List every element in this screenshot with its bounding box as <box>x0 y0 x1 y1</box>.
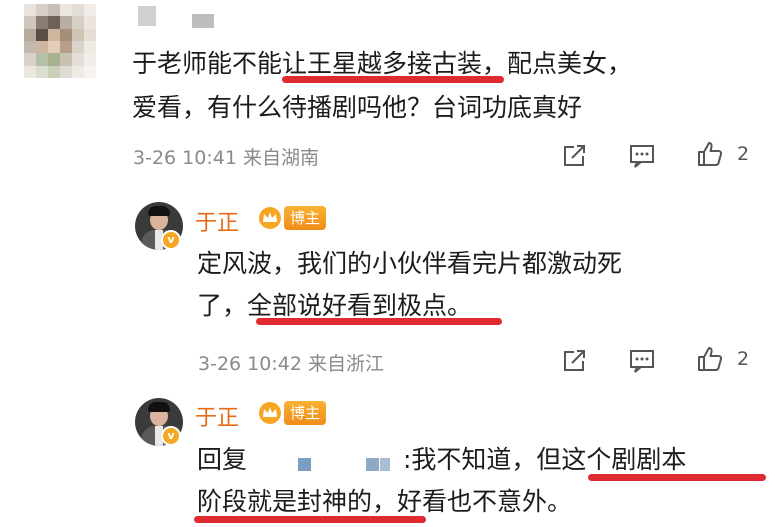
comment1-text-line2: 爱看，有什么待播剧吗他？台词功底真好 <box>132 93 583 122</box>
redacted-username-pixel <box>298 458 311 471</box>
comment-icon[interactable] <box>628 142 656 170</box>
verified-badge-icon: v <box>161 426 181 446</box>
reply1-author-name[interactable]: 于正 <box>195 205 239 237</box>
reply2-author-name[interactable]: 于正 <box>195 400 239 432</box>
reply1-meta: 3-26 10:42 来自浙江 <box>198 353 384 375</box>
underline-mark-3 <box>588 474 766 481</box>
underline-mark-2 <box>256 318 502 325</box>
crown-icon <box>259 207 281 229</box>
reply2-reply-prefix: 回复 <box>197 445 248 474</box>
underline-mark-1 <box>282 76 504 83</box>
share-icon[interactable] <box>560 142 588 170</box>
verified-badge-icon: v <box>161 230 181 250</box>
reply1-text-line1: 定风波，我们的小伙伴看完片都激动死 <box>197 249 623 278</box>
commenter-name-pixelated[interactable] <box>138 6 156 26</box>
comment1-like-count: 2 <box>737 143 750 165</box>
comment1-meta: 3-26 10:41 来自湖南 <box>133 147 319 169</box>
crown-icon <box>259 402 281 424</box>
like-icon[interactable] <box>696 345 724 373</box>
underline-mark-4 <box>194 516 426 523</box>
redacted-username-pixel <box>380 458 390 471</box>
reply2-blogger-badge: 博主 <box>284 401 327 425</box>
commenter-avatar-pixelated[interactable] <box>24 4 96 78</box>
share-icon[interactable] <box>560 347 588 375</box>
reply1-blogger-badge: 博主 <box>284 206 327 230</box>
comment-icon[interactable] <box>628 347 656 375</box>
commenter-name-pixelated-2 <box>192 14 214 28</box>
redacted-username-pixel <box>366 458 379 471</box>
like-icon[interactable] <box>696 140 724 168</box>
reply1-like-count: 2 <box>737 348 750 370</box>
